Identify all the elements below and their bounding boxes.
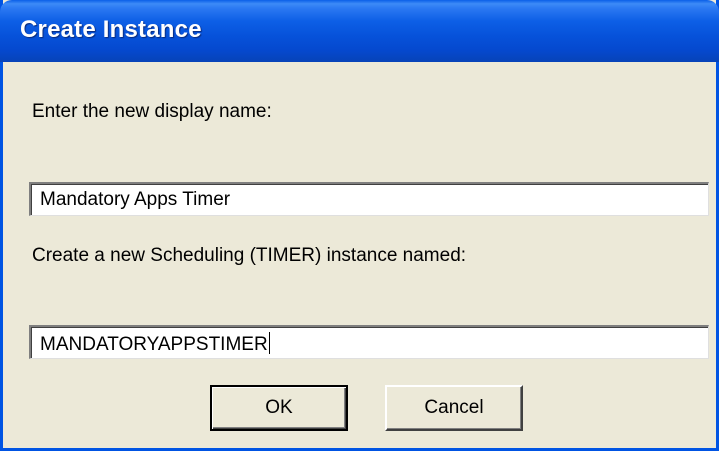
instance-name-label: Create a new Scheduling (TIMER) instance… xyxy=(32,245,467,266)
cancel-button[interactable]: Cancel xyxy=(385,385,523,431)
display-name-label: Enter the new display name: xyxy=(32,101,272,122)
ok-button[interactable]: OK xyxy=(210,385,348,431)
display-name-value: Mandatory Apps Timer xyxy=(40,189,231,210)
ok-button-label: OK xyxy=(265,397,293,418)
display-name-field[interactable]: Mandatory Apps Timer xyxy=(29,182,709,216)
instance-name-value: MANDATORYAPPSTIMER xyxy=(40,334,268,355)
instance-name-field[interactable]: MANDATORYAPPSTIMER xyxy=(29,325,709,359)
cancel-button-label: Cancel xyxy=(424,397,484,418)
create-instance-dialog: Create Instance Enter the new display na… xyxy=(0,0,719,451)
text-caret xyxy=(268,332,270,354)
title-bar[interactable]: Create Instance xyxy=(0,0,719,62)
window-title: Create Instance xyxy=(20,16,202,43)
